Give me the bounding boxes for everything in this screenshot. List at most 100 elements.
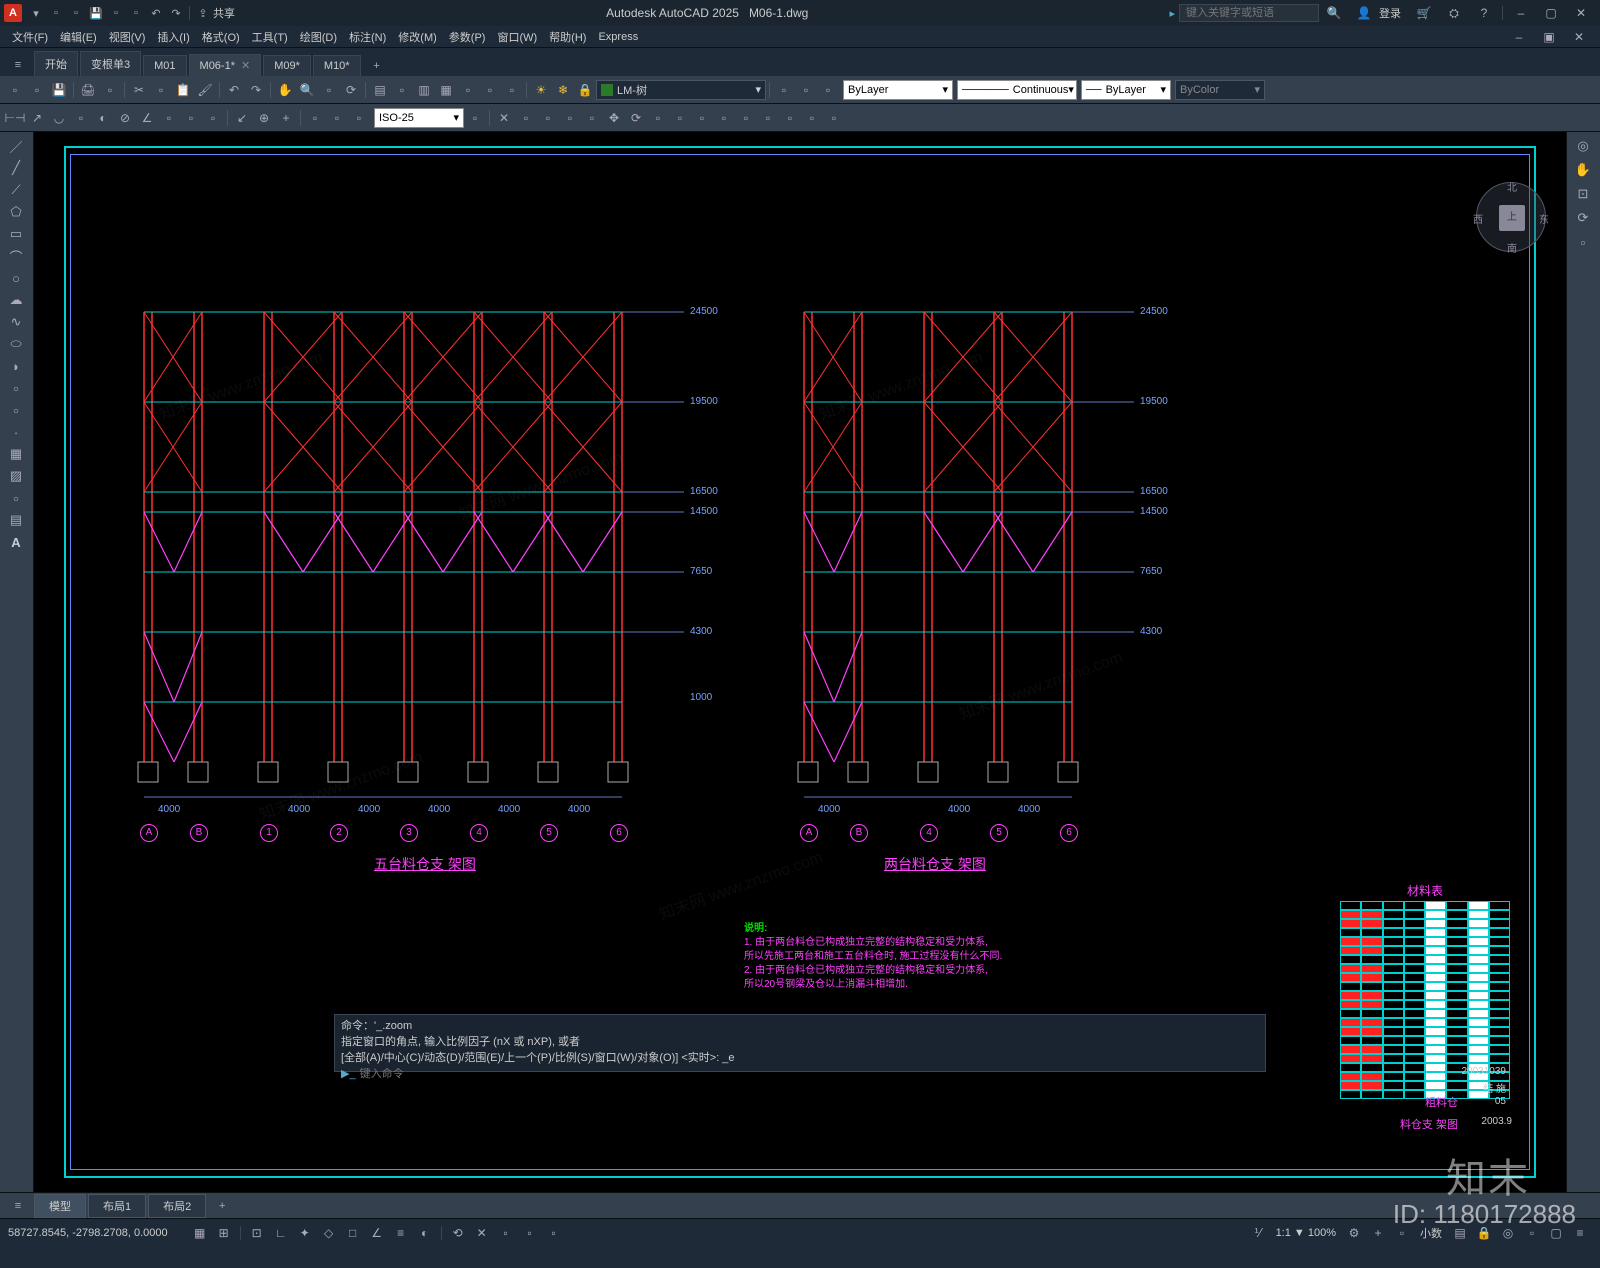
menu-modify[interactable]: 修改(M) xyxy=(392,27,443,47)
tab-doc5[interactable]: M10* xyxy=(313,55,361,76)
app-menu-icon[interactable]: ⛭ xyxy=(1439,3,1469,23)
join-icon[interactable]: ▫ xyxy=(758,108,778,128)
scale-icon[interactable]: ▫ xyxy=(648,108,668,128)
menu-express[interactable]: Express xyxy=(592,29,644,45)
tab-start[interactable]: 开始 xyxy=(34,51,78,76)
plot-icon[interactable]: 🖨 xyxy=(78,80,98,100)
tab-doc1[interactable]: 变根单3 xyxy=(80,51,141,76)
toolpalette-icon[interactable]: ▥ xyxy=(414,80,434,100)
new-icon[interactable]: ▫ xyxy=(47,4,65,22)
menu-edit[interactable]: 编辑(E) xyxy=(54,27,103,47)
chamfer-icon[interactable]: ▫ xyxy=(780,108,800,128)
polar-icon[interactable]: ✦ xyxy=(294,1223,316,1243)
cart-icon[interactable]: 🛒 xyxy=(1409,3,1439,23)
menu-format[interactable]: 格式(O) xyxy=(196,27,246,47)
tab-add-button[interactable]: + xyxy=(367,56,387,76)
leader-icon[interactable]: ↙ xyxy=(232,108,252,128)
layer-prop-icon[interactable]: ☀ xyxy=(531,80,551,100)
polygon-icon[interactable]: ⬠ xyxy=(2,202,30,222)
plot-icon[interactable]: ▫ xyxy=(127,4,145,22)
menu-param[interactable]: 参数(P) xyxy=(443,27,492,47)
point-icon[interactable]: · xyxy=(2,422,30,442)
doc-close-icon[interactable]: ✕ xyxy=(1564,27,1594,47)
menu-insert[interactable]: 插入(I) xyxy=(151,27,195,47)
viewcube-top[interactable]: 上 xyxy=(1499,205,1525,231)
dim-linear-icon[interactable]: ⊢⊣ xyxy=(5,108,25,128)
properties-icon[interactable]: ▤ xyxy=(370,80,390,100)
tab-doc4[interactable]: M09* xyxy=(263,55,311,76)
orbit-icon[interactable]: ⟳ xyxy=(1569,208,1597,228)
new-icon[interactable]: ▫ xyxy=(5,80,25,100)
cycling-icon[interactable]: ⟲ xyxy=(447,1223,469,1243)
viewcube-n[interactable]: 北 xyxy=(1507,179,1517,194)
quickcalc-icon[interactable]: ▫ xyxy=(480,80,500,100)
ellipse-icon[interactable]: ⬭ xyxy=(2,334,30,354)
pan-icon[interactable]: ✋ xyxy=(275,80,295,100)
revcloud-icon[interactable]: ☁ xyxy=(2,290,30,310)
bylayer-selector[interactable]: ByLayer▾ xyxy=(843,80,953,100)
sheetset-icon[interactable]: ▦ xyxy=(436,80,456,100)
center-icon[interactable]: + xyxy=(276,108,296,128)
rotate-icon[interactable]: ⟳ xyxy=(626,108,646,128)
drawing-canvas[interactable]: A B 1 2 3 4 5 6 4000 4000 4000 4000 4000… xyxy=(34,132,1566,1192)
saveas-icon[interactable]: ▫ xyxy=(107,4,125,22)
transparency-icon[interactable]: ◐ xyxy=(414,1223,436,1243)
layer-state-icon[interactable]: ▫ xyxy=(774,80,794,100)
selfilter-icon[interactable]: ▫ xyxy=(519,1223,541,1243)
gizmo-icon[interactable]: ▫ xyxy=(543,1223,565,1243)
dim-cont-icon[interactable]: ▫ xyxy=(203,108,223,128)
command-input[interactable] xyxy=(360,1068,1259,1080)
zoom-icon[interactable]: 🔍 xyxy=(297,80,317,100)
copy-icon[interactable]: ▫ xyxy=(151,80,171,100)
erase-icon[interactable]: ✕ xyxy=(494,108,514,128)
layer-iso-icon[interactable]: ▫ xyxy=(796,80,816,100)
tab-close-icon[interactable]: ✕ xyxy=(241,60,250,72)
ellipsearc-icon[interactable]: ◗ xyxy=(2,356,30,376)
match-icon[interactable]: 🖌 xyxy=(195,80,215,100)
tab-doc3[interactable]: M06-1*✕ xyxy=(189,54,262,76)
coordinates[interactable]: 58727.8545, -2798.2708, 0.0000 xyxy=(8,1227,168,1239)
maximize-icon[interactable]: ▢ xyxy=(1536,3,1566,23)
circle-icon[interactable]: ○ xyxy=(2,268,30,288)
layout-tab-model[interactable]: 模型 xyxy=(34,1194,86,1218)
array-icon[interactable]: ▫ xyxy=(582,108,602,128)
osnap-icon[interactable]: □ xyxy=(342,1223,364,1243)
rectangle-icon[interactable]: ▭ xyxy=(2,224,30,244)
qat-dropdown[interactable]: ▾ xyxy=(27,4,45,22)
doc-restore-icon[interactable]: ▣ xyxy=(1534,27,1564,47)
spline-icon[interactable]: ∿ xyxy=(2,312,30,332)
orbit-icon[interactable]: ⟳ xyxy=(341,80,361,100)
zoom-ext-icon[interactable]: ⊡ xyxy=(1569,184,1597,204)
zoom-ext-icon[interactable]: ▫ xyxy=(319,80,339,100)
snap-icon[interactable]: ⊡ xyxy=(246,1223,268,1243)
dim-ang-icon[interactable]: ∠ xyxy=(137,108,157,128)
otrack-icon[interactable]: ∠ xyxy=(366,1223,388,1243)
line-icon[interactable]: ／ xyxy=(2,136,30,156)
open-icon[interactable]: ▫ xyxy=(27,80,47,100)
tolerance-icon[interactable]: ⊕ xyxy=(254,108,274,128)
save-icon[interactable]: 💾 xyxy=(49,80,69,100)
share-icon[interactable]: ⇪ xyxy=(194,4,212,22)
model-space-icon[interactable]: ▦ xyxy=(189,1223,211,1243)
dim-update-icon[interactable]: ▫ xyxy=(349,108,369,128)
dim-quick-icon[interactable]: ▫ xyxy=(159,108,179,128)
offset-icon[interactable]: ▫ xyxy=(560,108,580,128)
app-button[interactable]: ≡ xyxy=(6,54,30,76)
lineweight-icon[interactable]: ≡ xyxy=(390,1223,412,1243)
share-label[interactable]: 共享 xyxy=(213,5,235,21)
viewcube-s[interactable]: 南 xyxy=(1507,240,1517,255)
dim-aligned-icon[interactable]: ↗ xyxy=(27,108,47,128)
viewcube[interactable]: 上 北 南 东 西 xyxy=(1476,182,1546,252)
annomon-icon[interactable]: + xyxy=(1367,1223,1389,1243)
isodraft-icon[interactable]: ◇ xyxy=(318,1223,340,1243)
menu-window[interactable]: 窗口(W) xyxy=(491,27,543,47)
insert-icon[interactable]: ▫ xyxy=(2,378,30,398)
doc-minimize-icon[interactable]: – xyxy=(1504,27,1534,47)
workspace-icon[interactable]: ⚙ xyxy=(1343,1223,1365,1243)
region-icon[interactable]: ▫ xyxy=(2,488,30,508)
dimstyle-mgr-icon[interactable]: ▫ xyxy=(465,108,485,128)
trim-icon[interactable]: ▫ xyxy=(692,108,712,128)
linetype-selector[interactable]: ────── Continuous▾ xyxy=(957,80,1077,100)
arc-icon[interactable]: ⌒ xyxy=(2,246,30,266)
undo-icon[interactable]: ↶ xyxy=(147,4,165,22)
